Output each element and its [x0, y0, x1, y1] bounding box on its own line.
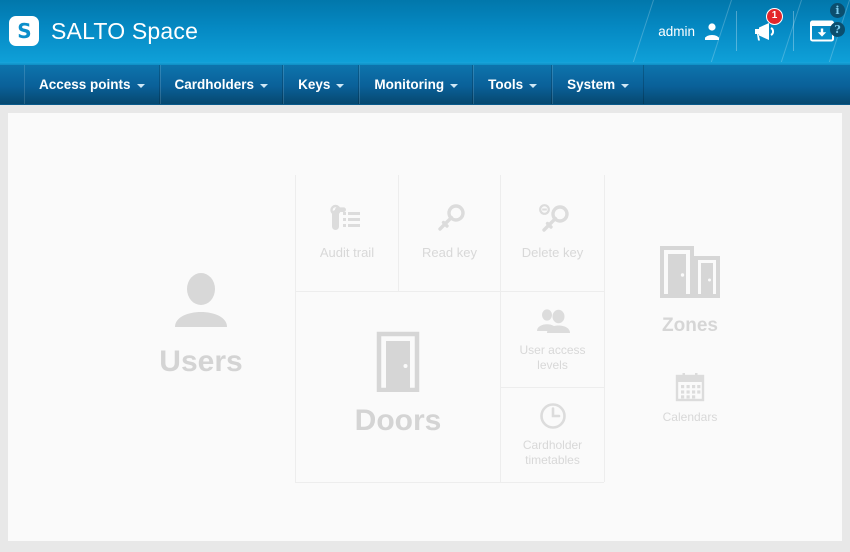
nav-item-keys[interactable]: Keys — [283, 65, 360, 104]
tile-label: User access levels — [519, 342, 586, 372]
two-doors-icon — [659, 242, 721, 304]
header-actions: admin 1 — [648, 0, 850, 62]
logo-letter: S — [17, 19, 31, 43]
info-icon[interactable]: i — [830, 3, 845, 18]
main-navigation: Access points Cardholders Keys Monitorin… — [0, 65, 850, 105]
nav-label: Access points — [39, 77, 131, 92]
tile-calendars[interactable]: Calendars — [608, 348, 772, 448]
tile-label: Users — [159, 345, 243, 378]
nav-item-cardholders[interactable]: Cardholders — [159, 65, 284, 104]
tile-delete-key[interactable]: Delete key — [501, 176, 604, 290]
nav-label: Tools — [488, 77, 524, 92]
tile-doors[interactable]: Doors — [296, 303, 500, 463]
user-avatar-icon — [702, 21, 722, 41]
nav-item-system[interactable]: System — [552, 65, 645, 104]
door-handle-list-icon — [330, 204, 364, 236]
nav-label: Keys — [298, 77, 331, 92]
key-minus-icon — [534, 204, 572, 236]
tile-cardholder-timetables[interactable]: Cardholder timetables — [501, 388, 604, 482]
user-name-label: admin — [658, 23, 695, 39]
tile-label: Cardholder timetables — [522, 438, 583, 467]
help-icon[interactable]: ? — [830, 22, 845, 37]
dashboard-tile-grid: Users Audit trail Read key Delete key Zo… — [8, 113, 842, 541]
app-header: S SALTO Space admin 1 i ? — [0, 0, 850, 62]
app-logo[interactable]: S SALTO Space — [9, 16, 198, 46]
main-content-area: Users Audit trail Read key Delete key Zo… — [0, 105, 850, 552]
person-icon — [169, 269, 233, 333]
grid-divider — [604, 175, 605, 482]
tile-label: Zones — [662, 314, 718, 336]
tile-zones[interactable]: Zones — [608, 223, 772, 353]
nav-item-access-points[interactable]: Access points — [24, 65, 160, 104]
announcements-button[interactable]: 1 — [737, 0, 793, 62]
tile-label: Delete key — [521, 245, 584, 261]
nav-item-monitoring[interactable]: Monitoring — [359, 65, 474, 104]
grid-divider — [295, 482, 604, 483]
nav-label: Cardholders — [174, 77, 255, 92]
nav-label: System — [567, 77, 616, 92]
tile-label: Calendars — [662, 409, 718, 424]
announcement-count-badge: 1 — [766, 8, 783, 25]
chevron-down-icon — [621, 83, 630, 88]
tile-label: Read key — [422, 245, 477, 261]
dashboard-panel: Users Audit trail Read key Delete key Zo… — [8, 113, 842, 541]
nav-item-tools[interactable]: Tools — [473, 65, 553, 104]
header-help-group: i ? — [830, 3, 845, 37]
clock-icon — [539, 402, 567, 430]
nav-label: Monitoring — [374, 77, 445, 92]
two-people-icon — [536, 307, 570, 335]
chevron-down-icon — [136, 83, 145, 88]
calendar-icon — [675, 372, 705, 402]
app-title: SALTO Space — [51, 17, 199, 44]
tile-user-access-levels[interactable]: User access levels — [501, 292, 604, 387]
door-icon — [369, 330, 427, 392]
tile-label: Doors — [354, 404, 442, 437]
tile-label: Audit trail — [319, 245, 375, 261]
key-icon — [433, 204, 467, 236]
chevron-down-icon — [450, 83, 459, 88]
tile-audit-trail[interactable]: Audit trail — [296, 176, 398, 290]
chevron-down-icon — [336, 83, 345, 88]
user-menu[interactable]: admin — [648, 0, 736, 62]
tile-users[interactable]: Users — [108, 243, 294, 403]
tile-read-key[interactable]: Read key — [399, 176, 500, 290]
chevron-down-icon — [260, 83, 269, 88]
chevron-down-icon — [529, 83, 538, 88]
salto-logo-icon: S — [9, 16, 39, 46]
